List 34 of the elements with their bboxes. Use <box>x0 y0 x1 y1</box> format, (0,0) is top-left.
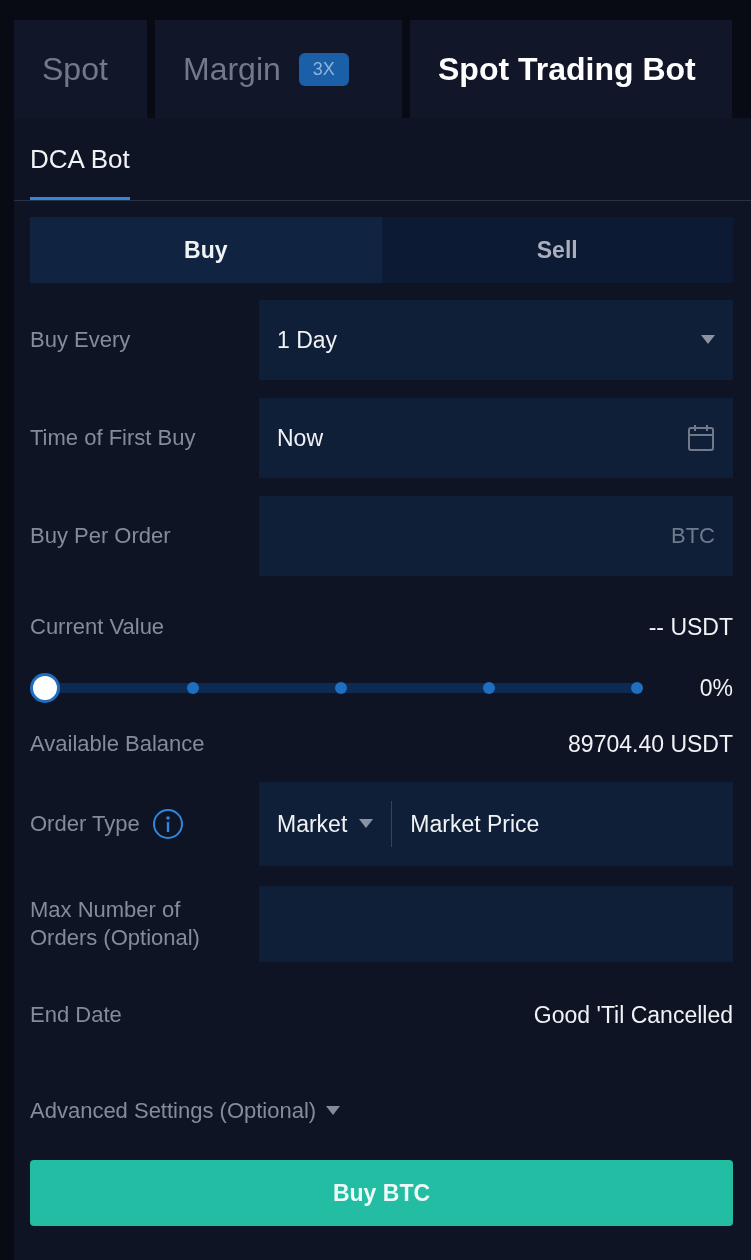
slider-tick[interactable] <box>335 682 347 694</box>
slider-tick[interactable] <box>631 682 643 694</box>
tab[interactable]: Margin 3X <box>155 20 402 118</box>
date-field[interactable]: Now <box>259 398 733 478</box>
sub-tab[interactable]: DCA Bot <box>30 118 130 200</box>
caret-icon <box>326 1106 341 1116</box>
slider-thumb[interactable] <box>30 673 60 703</box>
select-field[interactable]: 1 Day <box>259 300 733 380</box>
input-field[interactable]: BTC <box>259 496 733 576</box>
caret-icon <box>701 335 715 345</box>
slider-tick[interactable] <box>483 682 495 694</box>
field-label: Max Number of Orders (Optional) <box>30 896 201 952</box>
order-type-field[interactable]: Market Market Price <box>259 782 733 866</box>
leverage-badge: 3X <box>298 52 349 86</box>
tab[interactable]: Spot Trading Bot <box>410 20 732 118</box>
caret-icon <box>359 819 374 829</box>
field-label: End Date <box>30 1001 122 1029</box>
end-date-value: Good 'Til Cancelled <box>533 1001 733 1029</box>
side-toggle[interactable]: Buy <box>30 217 382 283</box>
calendar-icon <box>687 424 715 452</box>
field-label: Buy Per Order <box>30 522 171 550</box>
slider-tick[interactable] <box>187 682 199 694</box>
info-icon[interactable] <box>151 808 184 840</box>
field-label: Time of First Buy <box>30 424 196 452</box>
field-label: Buy Every <box>30 326 131 354</box>
side-toggle[interactable]: Sell <box>381 217 733 283</box>
tab[interactable]: Spot <box>14 20 147 118</box>
field-label: Current Value <box>30 613 165 641</box>
advanced-settings-toggle[interactable]: Advanced Settings (Optional) <box>30 1082 733 1140</box>
field-label: Order Type <box>30 810 140 838</box>
balance-value: 89704.40 USDT <box>568 730 733 758</box>
current-value: -- USDT <box>648 613 733 641</box>
field-label: Available Balance <box>30 730 205 758</box>
slider-reading: 0% <box>699 674 733 702</box>
